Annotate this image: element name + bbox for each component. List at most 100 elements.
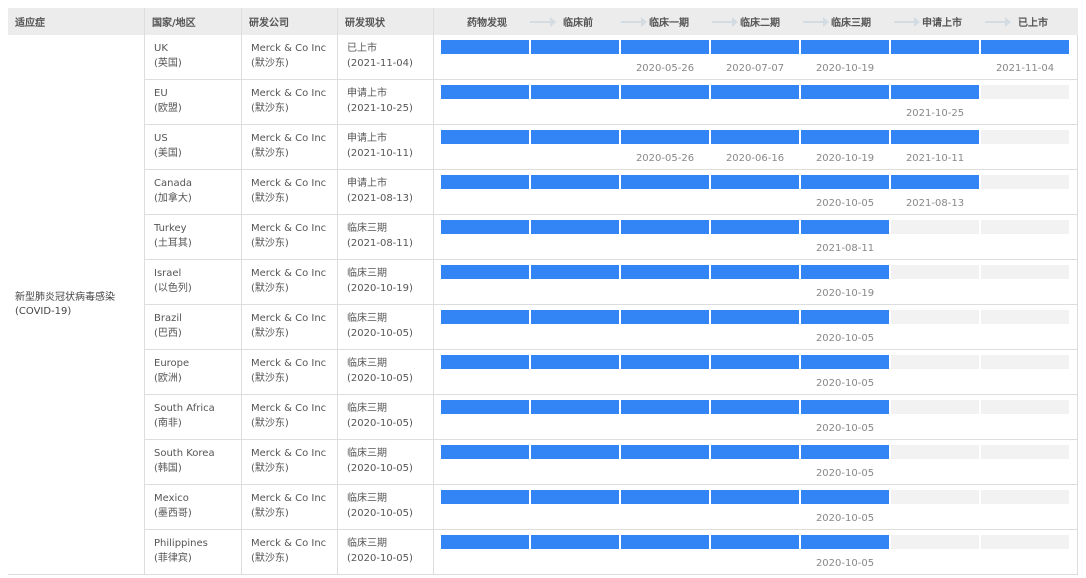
table-header: 适应症 国家/地区 研发公司 研发现状 药物发现 临床前 临床一期 临床二期 临床三期 申…	[8, 8, 1078, 35]
stage-date	[711, 241, 799, 256]
progress-bars	[441, 535, 1077, 549]
company-cell: Merck & Co Inc (默沙东)	[242, 440, 338, 484]
stage-bar-filled	[711, 400, 799, 414]
stage-date	[621, 556, 709, 571]
table-row: Mexico (墨西哥) Merck & Co Inc (默沙东) 临床三期 (2020-…	[145, 485, 1078, 530]
stage-date: 2020-10-05	[815, 558, 875, 569]
stage-date	[711, 196, 799, 211]
stage-dates: 2020-10-05	[441, 331, 1077, 346]
stage-date	[891, 421, 979, 436]
country-cell: Israel (以色列)	[145, 260, 242, 304]
table-row: Canada (加拿大) Merck & Co Inc (默沙东) 申请上市 (2021-…	[145, 170, 1078, 215]
table-row: Philippines (菲律宾) Merck & Co Inc (默沙东) 临床三期 (…	[145, 530, 1078, 575]
stage-date	[981, 376, 1069, 391]
stage-date	[981, 286, 1069, 301]
stage-date	[711, 331, 799, 346]
stage-bar-filled	[801, 490, 889, 504]
stage-date	[891, 241, 979, 256]
table-row: EU (欧盟) Merck & Co Inc (默沙东) 申请上市 (2021-10-25…	[145, 80, 1078, 125]
company-name: Merck & Co Inc	[251, 538, 327, 549]
status-name: 临床三期	[347, 538, 387, 549]
stage-bar-filled	[801, 130, 889, 144]
table-row: South Africa (南非) Merck & Co Inc (默沙东) 临床三期 (…	[145, 395, 1078, 440]
company-sub: (默沙东)	[251, 553, 289, 564]
stage-date	[981, 511, 1069, 526]
country-sub: (加拿大)	[154, 193, 192, 204]
stage-header: 申请上市	[897, 14, 1011, 29]
stage-bar-empty	[891, 490, 979, 504]
stage-date	[531, 61, 619, 76]
country-cell: Turkey (土耳其)	[145, 215, 242, 259]
company-sub: (默沙东)	[251, 103, 289, 114]
stage-bar-filled	[711, 355, 799, 369]
stage-bar-filled	[711, 490, 799, 504]
status-cell: 临床三期 (2021-08-11)	[338, 215, 434, 259]
stage-dates: 2020-05-26 2020-06-16 2020-10-19 2021-10-11	[441, 151, 1077, 166]
table-row: US (美国) Merck & Co Inc (默沙东) 申请上市 (2021-10-11…	[145, 125, 1078, 170]
country-cell: Canada (加拿大)	[145, 170, 242, 214]
stage-bar-filled	[441, 130, 529, 144]
stage-bar-filled	[441, 220, 529, 234]
indication-cell: 新型肺炎冠状病毒感染(COVID-19)	[8, 35, 145, 575]
stage-header: 临床一期	[624, 14, 738, 29]
stage-dates: 2020-10-19	[441, 286, 1077, 301]
stage-date: 2020-10-19	[815, 63, 875, 74]
status-sub: (2021-10-11)	[347, 148, 413, 159]
stage-date	[891, 466, 979, 481]
country-name: US	[154, 133, 168, 144]
stage-label: 临床一期	[649, 18, 689, 29]
stage-date	[531, 421, 619, 436]
status-cell: 临床三期 (2020-10-05)	[338, 485, 434, 529]
country-sub: (土耳其)	[154, 238, 192, 249]
country-name: Canada	[154, 178, 193, 189]
header-country: 国家/地区	[145, 8, 242, 35]
stage-header: 药物发现	[442, 14, 556, 29]
stage-bar-filled	[621, 445, 709, 459]
stage-date: 2020-10-05	[815, 423, 875, 434]
progress-bars	[441, 265, 1077, 279]
stage-bar-filled	[711, 445, 799, 459]
stage-dates: 2020-10-05	[441, 556, 1077, 571]
progress-cell: 2021-10-25	[434, 80, 1078, 124]
progress-cell: 2020-10-05	[434, 530, 1078, 574]
status-sub: (2021-10-25)	[347, 103, 413, 114]
stage-bar-filled	[711, 265, 799, 279]
stage-bar-empty	[981, 85, 1069, 99]
stage-bar-empty	[981, 265, 1069, 279]
stage-date	[441, 466, 529, 481]
stage-date	[711, 421, 799, 436]
stage-label: 临床三期	[831, 18, 871, 29]
header-company: 研发公司	[242, 8, 338, 35]
stage-bar-filled	[531, 220, 619, 234]
stage-bar-filled	[801, 445, 889, 459]
progress-bars	[441, 130, 1077, 144]
stage-date	[441, 106, 529, 121]
stage-date	[441, 556, 529, 571]
stage-bar-filled	[711, 220, 799, 234]
stage-bar-filled	[531, 445, 619, 459]
country-sub: (欧盟)	[154, 103, 182, 114]
stage-date	[441, 241, 529, 256]
company-cell: Merck & Co Inc (默沙东)	[242, 530, 338, 574]
stage-bar-empty	[981, 175, 1069, 189]
stage-date	[531, 511, 619, 526]
country-sub: (英国)	[154, 58, 182, 69]
status-name: 申请上市	[347, 133, 387, 144]
stage-date	[981, 331, 1069, 346]
progress-cell: 2020-10-05	[434, 485, 1078, 529]
stage-bar-filled	[891, 130, 979, 144]
stage-date	[531, 241, 619, 256]
stage-bar-empty	[891, 535, 979, 549]
stage-bar-empty	[981, 220, 1069, 234]
status-name: 临床三期	[347, 268, 387, 279]
stage-bar-filled	[711, 310, 799, 324]
country-name: Israel	[154, 268, 182, 279]
progress-cell: 2020-10-05	[434, 395, 1078, 439]
stage-bar-filled	[801, 175, 889, 189]
company-cell: Merck & Co Inc (默沙东)	[242, 350, 338, 394]
country-cell: UK (英国)	[145, 35, 242, 79]
progress-bars	[441, 175, 1077, 189]
stage-date	[531, 151, 619, 166]
stage-date	[441, 151, 529, 166]
company-cell: Merck & Co Inc (默沙东)	[242, 395, 338, 439]
